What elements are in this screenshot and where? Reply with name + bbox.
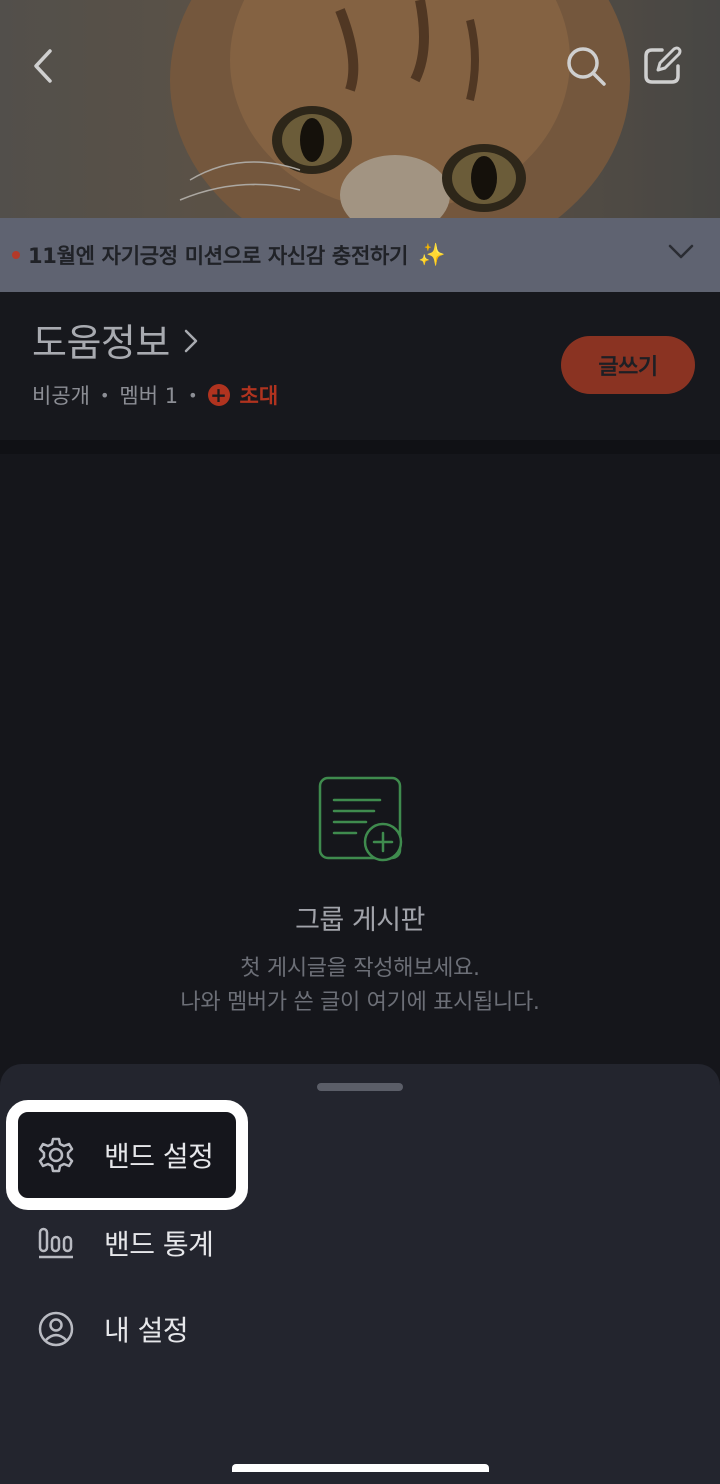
group-info: 도움정보 비공개 • 멤버 1 • + 초대 글쓰기 [0, 292, 720, 440]
invite-label: 초대 [239, 384, 279, 408]
band-settings-label: 밴드 설정 [104, 1140, 214, 1173]
notice-banner[interactable]: 11월엔 자기긍정 미션으로 자신감 충전하기 ✨ [0, 218, 720, 292]
sheet-handle[interactable] [317, 1083, 403, 1091]
search-button[interactable] [562, 42, 610, 90]
user-circle-icon [36, 1309, 76, 1349]
edit-icon [644, 46, 682, 84]
plus-circle-icon: + [207, 384, 230, 406]
compose-button[interactable] [638, 42, 686, 90]
sparkle-icon: ✨ [418, 242, 446, 268]
chevron-left-icon [34, 49, 52, 83]
notice-dot [12, 251, 20, 259]
bar-chart-icon [36, 1223, 76, 1263]
notice-text: 11월엔 자기긍정 미션으로 자신감 충전하기 [28, 244, 409, 268]
divider [0, 440, 720, 454]
empty-state-title: 그룹 게시판 [295, 905, 425, 936]
chevron-down-icon[interactable] [668, 244, 694, 264]
group-title-link[interactable]: 도움정보 [32, 312, 198, 367]
band-stats-label: 밴드 통계 [104, 1228, 214, 1261]
separator-dot: • [188, 385, 198, 405]
back-button[interactable] [20, 42, 68, 90]
invite-link[interactable]: + 초대 [207, 380, 279, 410]
group-name: 도움정보 [32, 321, 170, 365]
search-icon [567, 47, 606, 86]
group-meta: 비공개 • 멤버 1 • + 초대 [32, 380, 278, 410]
empty-state: 그룹 게시판 첫 게시글을 작성해보세요. 나와 멤버가 쓴 글이 여기에 표시… [0, 454, 720, 1066]
empty-state-line2: 나와 멤버가 쓴 글이 여기에 표시됩니다. [180, 990, 540, 1015]
chevron-right-icon [184, 318, 198, 362]
band-stats-item[interactable]: 밴드 통계 [18, 1202, 246, 1284]
band-settings-item[interactable]: 밴드 설정 [6, 1100, 248, 1210]
my-settings-item[interactable]: 내 설정 [18, 1288, 246, 1370]
my-settings-label: 내 설정 [104, 1314, 189, 1347]
home-indicator [232, 1464, 489, 1472]
write-post-button[interactable]: 글쓰기 [561, 336, 695, 394]
member-count: 멤버 1 [119, 384, 179, 408]
empty-state-line1: 첫 게시글을 작성해보세요. [240, 956, 480, 981]
cover-image [0, 0, 720, 218]
gear-icon [36, 1135, 76, 1175]
separator-dot: • [99, 385, 110, 405]
privacy-label: 비공개 [32, 384, 90, 408]
document-add-icon [318, 776, 403, 862]
